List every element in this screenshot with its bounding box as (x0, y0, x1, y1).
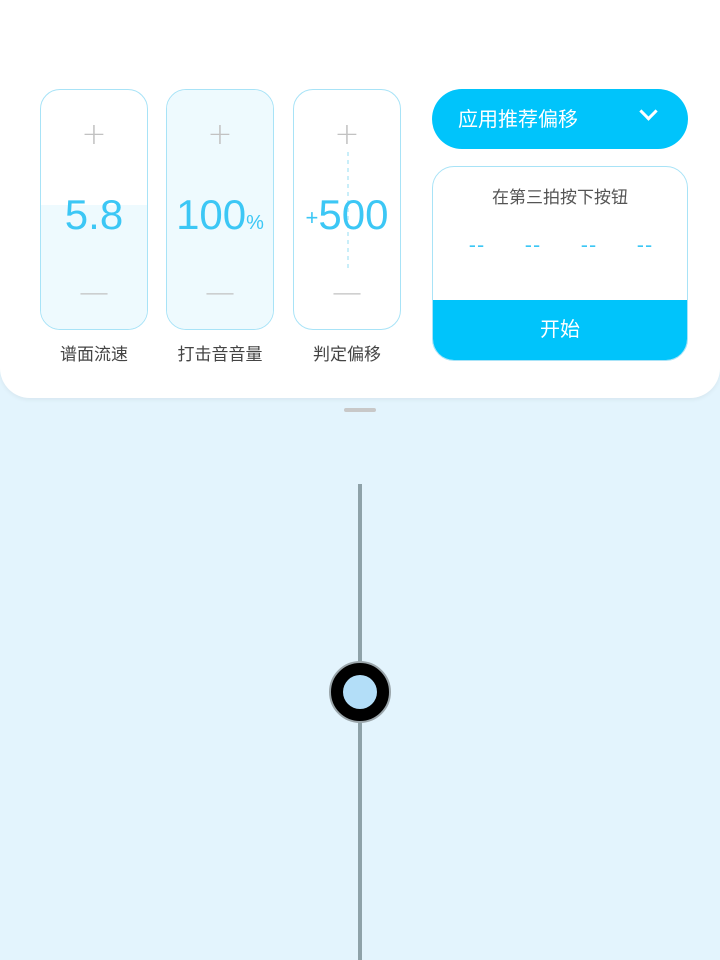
beat-indicator: -- (580, 233, 598, 257)
track-knob[interactable] (329, 661, 391, 723)
hit-volume-stepper: + 100% — (166, 89, 274, 330)
calibration-card: 在第三拍按下按钮 -- -- -- -- 开始 (432, 166, 688, 361)
beat-indicators: -- -- -- -- (433, 233, 687, 257)
hit-volume-plus-button[interactable]: + (167, 120, 273, 150)
note-speed-value: 5.8 (41, 190, 147, 240)
hit-volume-value-suffix: % (246, 212, 264, 234)
hit-volume-label: 打击音音量 (177, 345, 263, 365)
start-button[interactable]: 开始 (433, 300, 687, 360)
hit-volume-value: 100% (167, 190, 273, 240)
settings-panel: + 5.8 — 谱面流速 + 100% — 打击音音量 + +500 — 判定偏… (0, 0, 720, 398)
judge-offset-plus-button[interactable]: + (294, 120, 400, 150)
dropdown-label: 应用推荐偏移 (458, 107, 578, 131)
note-speed-label: 谱面流速 (60, 345, 128, 365)
chevron-down-icon (634, 101, 664, 131)
track-knob-center (343, 675, 377, 709)
judge-offset-value-number: 500 (318, 191, 389, 238)
hit-volume-minus-button[interactable]: — (167, 278, 273, 308)
judge-offset-label: 判定偏移 (313, 345, 381, 365)
apply-recommended-offset-dropdown[interactable]: 应用推荐偏移 (432, 89, 688, 149)
judge-offset-value: +500 (294, 190, 400, 240)
note-speed-stepper: + 5.8 — (40, 89, 148, 330)
panel-drag-handle[interactable] (344, 408, 376, 412)
judge-offset-minus-button[interactable]: — (294, 278, 400, 308)
hit-volume-value-number: 100 (176, 191, 247, 238)
note-speed-plus-button[interactable]: + (41, 120, 147, 150)
beat-indicator: -- (468, 233, 486, 257)
calibration-instruction: 在第三拍按下按钮 (492, 188, 628, 208)
judge-offset-value-prefix: + (305, 205, 319, 230)
judge-offset-stepper: + +500 — (293, 89, 401, 330)
note-speed-minus-button[interactable]: — (41, 278, 147, 308)
note-speed-value-number: 5.8 (64, 191, 124, 238)
beat-indicator: -- (524, 233, 542, 257)
beat-indicator: -- (636, 233, 654, 257)
